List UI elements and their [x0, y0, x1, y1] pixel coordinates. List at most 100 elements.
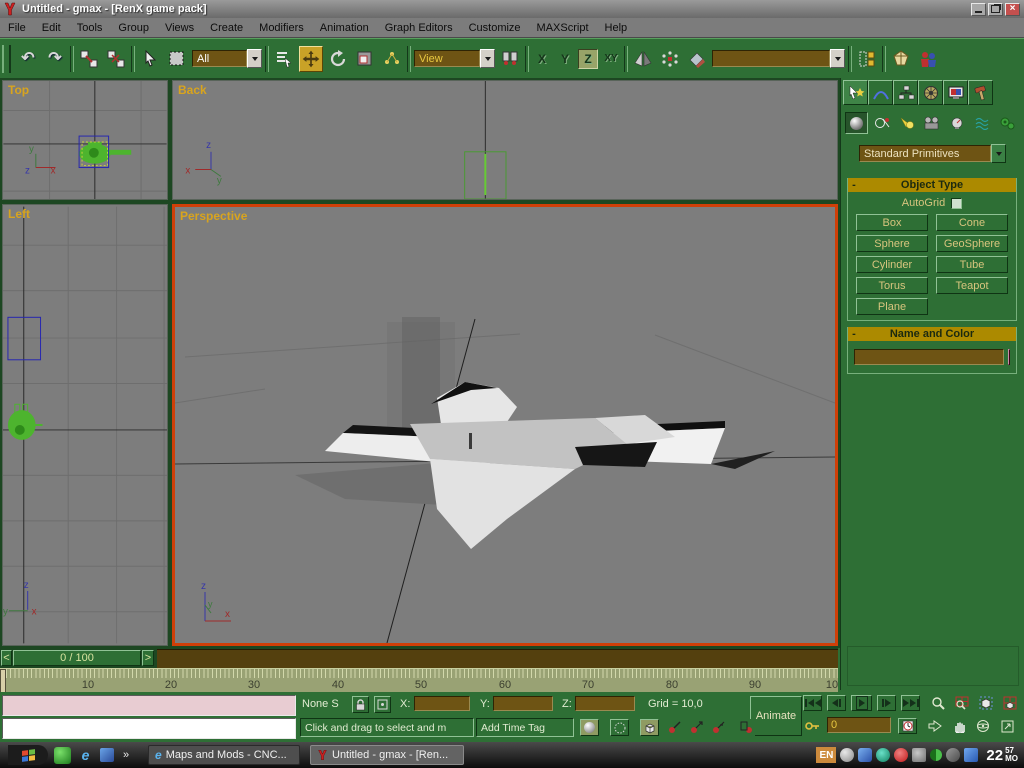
task-button-browser[interactable]: e Maps and Mods - CNC... [148, 745, 300, 765]
tab-display[interactable] [943, 80, 968, 105]
select-and-move-button[interactable] [299, 46, 323, 72]
track-view-button[interactable] [855, 46, 879, 72]
primitives-category-dropdown[interactable]: Standard Primitives [859, 144, 1006, 163]
use-pivot-point-button[interactable] [498, 46, 522, 72]
track-bar[interactable]: 10 20 30 40 50 60 70 80 90 10 [0, 668, 838, 693]
category-helpers-button[interactable] [945, 112, 968, 134]
reference-coordinate-dropdown[interactable]: View [414, 49, 495, 68]
select-and-link-button[interactable] [77, 46, 101, 72]
viewport-perspective[interactable]: z y x Perspective [172, 204, 838, 646]
category-spacewarps-button[interactable] [970, 112, 993, 134]
restrict-xy-plane-button[interactable]: XY [601, 49, 621, 69]
viewport-back[interactable]: z x y Back [172, 80, 838, 200]
min-max-toggle-button[interactable] [997, 718, 1017, 734]
time-slider-track[interactable] [157, 649, 838, 668]
audio-device-icon[interactable] [912, 748, 926, 762]
cone-button[interactable]: Cone [936, 214, 1008, 231]
selection-lock-button[interactable] [352, 696, 369, 713]
plane-button[interactable]: Plane [856, 298, 928, 315]
object-color-swatch[interactable] [1008, 349, 1010, 365]
absolute-relative-toggle-button[interactable] [374, 696, 391, 713]
quicklaunch-outlook-icon[interactable] [100, 748, 114, 762]
time-configuration-button[interactable] [898, 718, 917, 734]
play-animation-button[interactable] [851, 695, 872, 711]
mirror-button[interactable] [631, 46, 655, 72]
messenger-icon[interactable] [876, 748, 890, 762]
unlink-selection-button[interactable] [104, 46, 128, 72]
network-status-icon[interactable] [930, 749, 942, 761]
current-frame-input[interactable] [827, 717, 891, 733]
quicklaunch-app-icon[interactable] [54, 747, 71, 764]
material-editor-button[interactable] [685, 46, 709, 72]
tab-modify[interactable] [868, 80, 893, 105]
go-to-end-button[interactable] [901, 695, 920, 711]
dropdown-arrow-icon[interactable] [247, 49, 262, 68]
zoom-button[interactable] [928, 695, 948, 711]
next-frame-nudge-button[interactable]: > [142, 650, 154, 666]
array-button[interactable] [658, 46, 682, 72]
network-icon[interactable] [858, 748, 872, 762]
time-slider-handle[interactable]: 0 / 100 [13, 650, 141, 666]
key-mode-icon-3[interactable] [710, 719, 727, 736]
dropdown-arrow-icon[interactable] [480, 49, 495, 68]
restore-button[interactable] [988, 3, 1003, 16]
previous-frame-nudge-button[interactable]: < [1, 650, 12, 666]
menu-animation[interactable]: Animation [312, 22, 377, 34]
zoom-all-button[interactable] [952, 695, 972, 711]
menu-views[interactable]: Views [157, 22, 202, 34]
animate-button[interactable]: Animate [750, 696, 802, 736]
key-filter-icon[interactable] [738, 719, 755, 736]
select-object-button[interactable] [138, 46, 162, 72]
key-mode-icon-1[interactable] [666, 719, 683, 736]
close-button[interactable]: × [1005, 3, 1020, 16]
maxscript-listener[interactable] [2, 718, 296, 739]
tab-create[interactable] [843, 80, 868, 105]
macro-recorder-listener[interactable] [2, 695, 296, 716]
pan-view-button[interactable] [949, 718, 969, 734]
menu-help[interactable]: Help [597, 22, 636, 34]
language-indicator[interactable]: EN [816, 747, 836, 763]
dropdown-arrow-icon[interactable] [830, 49, 845, 68]
menu-edit[interactable]: Edit [34, 22, 69, 34]
updates-icon[interactable] [964, 748, 978, 762]
wireframe-box-button[interactable] [640, 719, 659, 736]
quicklaunch-overflow-chevron[interactable]: » [120, 747, 132, 764]
smooth-highlights-button[interactable] [580, 719, 599, 736]
object-name-input[interactable] [854, 349, 1004, 365]
viewport-top[interactable]: y z x Top [2, 80, 168, 200]
task-button-gmax[interactable]: Untitled - gmax - [Ren... [310, 745, 464, 765]
named-selection-dropdown[interactable] [712, 49, 845, 68]
menu-customize[interactable]: Customize [461, 22, 529, 34]
facets-button[interactable] [610, 719, 629, 736]
arc-rotate-button[interactable] [973, 718, 993, 734]
render-button[interactable] [916, 46, 940, 72]
manipulate-button[interactable] [380, 46, 404, 72]
rectangular-selection-region-button[interactable] [165, 46, 189, 72]
phone-icon[interactable] [894, 748, 908, 762]
volume-icon[interactable] [840, 748, 854, 762]
schematic-view-button[interactable] [889, 46, 913, 72]
zoom-extents-all-button[interactable] [1000, 695, 1020, 711]
tube-button[interactable]: Tube [936, 256, 1008, 273]
category-shapes-button[interactable] [870, 112, 893, 134]
object-type-rollout-header[interactable]: - Object Type [848, 178, 1016, 192]
redo-button[interactable]: ↷ [43, 46, 67, 72]
name-color-rollout-header[interactable]: - Name and Color [848, 327, 1016, 341]
undo-button[interactable]: ↶ [16, 46, 40, 72]
menu-modifiers[interactable]: Modifiers [251, 22, 312, 34]
menu-tools[interactable]: Tools [69, 22, 111, 34]
go-to-start-button[interactable] [803, 695, 822, 711]
menu-create[interactable]: Create [202, 22, 251, 34]
geosphere-button[interactable]: GeoSphere [936, 235, 1008, 252]
category-geometry-button[interactable] [845, 112, 868, 134]
box-button[interactable]: Box [856, 214, 928, 231]
sphere-button[interactable]: Sphere [856, 235, 928, 252]
key-mode-icon-2[interactable] [688, 719, 705, 736]
teapot-button[interactable]: Teapot [936, 277, 1008, 294]
track-bar-frame-indicator[interactable] [0, 669, 6, 693]
select-by-name-button[interactable] [272, 46, 296, 72]
tab-motion[interactable] [918, 80, 943, 105]
menu-file[interactable]: File [0, 22, 34, 34]
menu-graph-editors[interactable]: Graph Editors [377, 22, 461, 34]
restrict-x-button[interactable]: X [532, 49, 552, 69]
